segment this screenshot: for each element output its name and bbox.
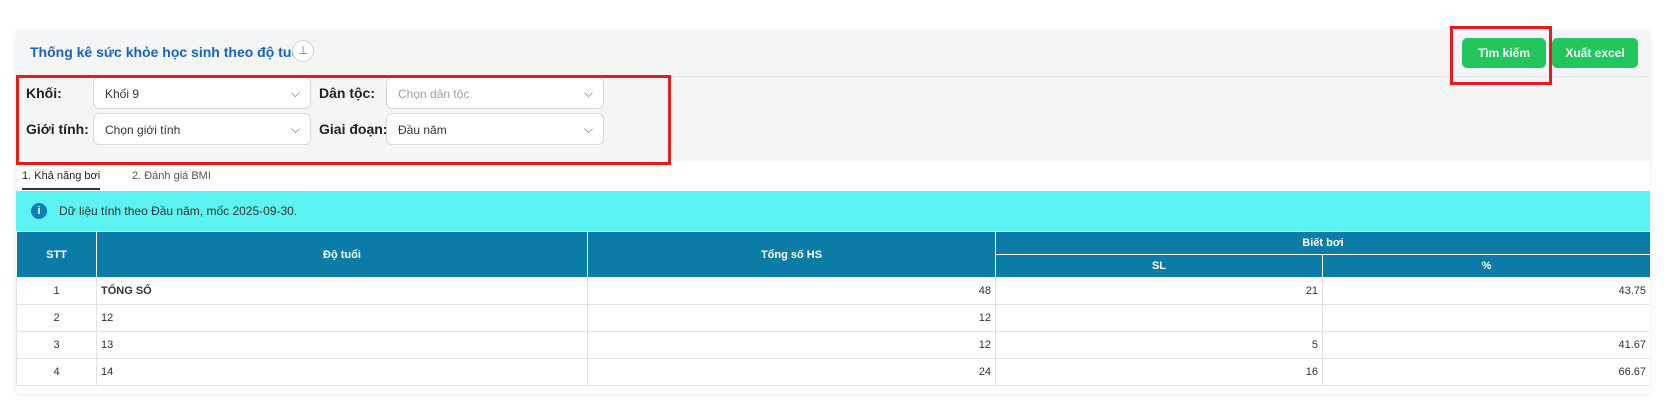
info-icon: i <box>31 203 47 219</box>
table-row: 2 12 12 <box>16 304 1650 332</box>
cell-age: 12 <box>96 304 588 332</box>
tab-bar: 1. Khả năng bơi 2. Đánh giá BMI <box>16 161 1650 191</box>
header-sl: SL <box>995 254 1323 278</box>
info-text: Dữ liệu tính theo Đầu năm, mốc 2025-09-3… <box>59 204 298 218</box>
cell-sl: 5 <box>995 331 1323 359</box>
cell-total: 48 <box>587 277 996 305</box>
tab-swimming[interactable]: 1. Khả năng bơi <box>22 170 101 190</box>
cell-percent <box>1322 304 1650 332</box>
pin-icon[interactable]: ⊥ <box>292 40 314 62</box>
table-row: 4 14 24 16 66.67 <box>16 358 1650 386</box>
cell-percent: 66.67 <box>1322 358 1650 386</box>
cell-total: 12 <box>587 304 996 332</box>
cell-stt: 1 <box>16 277 97 305</box>
header-stt: STT <box>16 231 97 278</box>
cell-total: 12 <box>587 331 996 359</box>
cell-age: TỔNG SỐ <box>96 277 588 305</box>
search-highlight-box <box>1450 26 1552 85</box>
header-total: Tổng số HS <box>587 231 996 278</box>
cell-sl: 21 <box>995 277 1323 305</box>
panel-header: Thống kê sức khỏe học sinh theo độ tuổi … <box>16 30 1650 77</box>
header-percent: % <box>1322 254 1650 278</box>
cell-sl <box>995 304 1323 332</box>
info-banner: i Dữ liệu tính theo Đầu năm, mốc 2025-09… <box>16 191 1650 231</box>
page-title: Thống kê sức khỏe học sinh theo độ tuổi <box>30 44 304 60</box>
filters-highlight-box <box>16 75 671 165</box>
table-row: 3 13 12 5 41.67 <box>16 331 1650 359</box>
table-row: 1 TỔNG SỐ 48 21 43.75 <box>16 277 1650 305</box>
cell-percent: 43.75 <box>1322 277 1650 305</box>
cell-age: 13 <box>96 331 588 359</box>
cell-age: 14 <box>96 358 588 386</box>
cell-stt: 3 <box>16 331 97 359</box>
cell-sl: 16 <box>995 358 1323 386</box>
cell-stt: 4 <box>16 358 97 386</box>
tab-bmi[interactable]: 2. Đánh giá BMI <box>132 170 211 182</box>
cell-total: 24 <box>587 358 996 386</box>
header-can-swim: Biết bơi <box>995 231 1650 255</box>
statistics-table: STT Độ tuổi Tổng số HS Biết bơi SL % 1 T… <box>16 231 1650 386</box>
cell-stt: 2 <box>16 304 97 332</box>
cell-percent: 41.67 <box>1322 331 1650 359</box>
header-age: Độ tuổi <box>96 231 588 278</box>
export-excel-button[interactable]: Xuất excel <box>1552 38 1638 68</box>
